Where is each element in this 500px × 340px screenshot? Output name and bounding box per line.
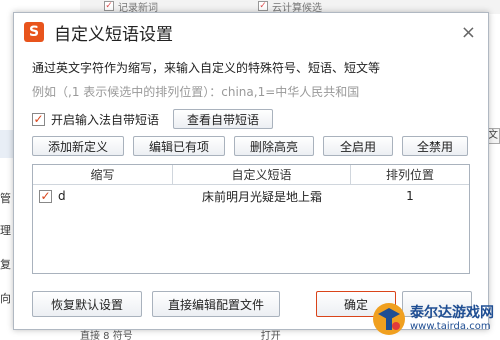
- dialog-title: 自定义短语设置: [54, 24, 173, 45]
- watermark-logo-icon: [373, 303, 405, 335]
- background-label: 理: [0, 224, 11, 237]
- toolbar: 添加新定义 编辑已有项 删除高亮 全启用 全禁用: [32, 136, 468, 156]
- background-checkbox-icon: ✓: [104, 1, 114, 11]
- add-definition-button[interactable]: 添加新定义: [32, 136, 124, 156]
- watermark-text: 泰尔达游戏网 www.tairda.com: [410, 304, 494, 333]
- enable-builtin-label: 开启输入法自带短语: [51, 112, 160, 127]
- example-text: 例如（,1 表示候选中的排列位置）：china,1=中华人民共和国: [32, 85, 360, 99]
- edit-config-file-button[interactable]: 直接编辑配置文件: [152, 291, 280, 317]
- edit-item-button[interactable]: 编辑已有项: [133, 136, 225, 156]
- view-builtin-button[interactable]: 查看自带短语: [173, 109, 274, 129]
- dialog-titlebar[interactable]: S 自定义短语设置 ×: [14, 13, 488, 51]
- background-label: 复: [0, 258, 11, 271]
- close-icon[interactable]: ×: [461, 22, 476, 43]
- disable-all-button[interactable]: 全禁用: [402, 136, 468, 156]
- bottom-buttons: 恢复默认设置 直接编辑配置文件: [32, 291, 280, 317]
- phrase-table: 缩写 自定义短语 排列位置 ✓ d 床前明月光疑是地上霜 1: [32, 164, 470, 274]
- watermark: 泰尔达游戏网 www.tairda.com: [372, 302, 494, 336]
- table-row[interactable]: ✓ d 床前明月光疑是地上霜 1: [33, 185, 469, 207]
- background-label: 向: [0, 292, 11, 305]
- description-text: 通过英文字符作为缩写，来输入自定义的特殊符号、短语、短文等: [32, 61, 381, 75]
- sogou-logo-icon: S: [24, 22, 44, 42]
- enable-all-button[interactable]: 全启用: [323, 136, 393, 156]
- cell-phrase: 床前明月光疑是地上霜: [201, 189, 322, 204]
- watermark-name: 泰尔达游戏网: [410, 304, 494, 321]
- background-checkbox-new-words[interactable]: ✓ 记录新词: [104, 0, 158, 14]
- column-header-phrase[interactable]: 自定义短语: [173, 165, 351, 184]
- background-checkbox-icon: ✓: [258, 1, 268, 11]
- watermark-url: www.tairda.com: [410, 321, 491, 333]
- abbr-value: d: [58, 189, 66, 203]
- cell-abbr: ✓ d: [33, 189, 173, 203]
- cell-position: 1: [406, 189, 414, 203]
- restore-defaults-button[interactable]: 恢复默认设置: [32, 291, 142, 317]
- enable-builtin-row: ✓ 开启输入法自带短语 查看自带短语: [32, 109, 274, 129]
- background-label: 管: [0, 192, 11, 205]
- delete-highlighted-button[interactable]: 删除高亮: [234, 136, 314, 156]
- custom-phrase-dialog: S 自定义短语设置 × 通过英文字符作为缩写，来输入自定义的特殊符号、短语、短文…: [13, 12, 489, 330]
- column-header-abbr[interactable]: 缩写: [33, 165, 173, 184]
- row-checkbox[interactable]: ✓: [39, 189, 52, 203]
- column-header-position[interactable]: 排列位置: [351, 165, 469, 184]
- background-checkbox-cloud[interactable]: ✓ 云计算候选: [258, 0, 322, 14]
- background-sidebar-highlight: [0, 130, 14, 158]
- table-header: 缩写 自定义短语 排列位置: [33, 165, 469, 185]
- enable-builtin-checkbox[interactable]: ✓: [32, 112, 45, 126]
